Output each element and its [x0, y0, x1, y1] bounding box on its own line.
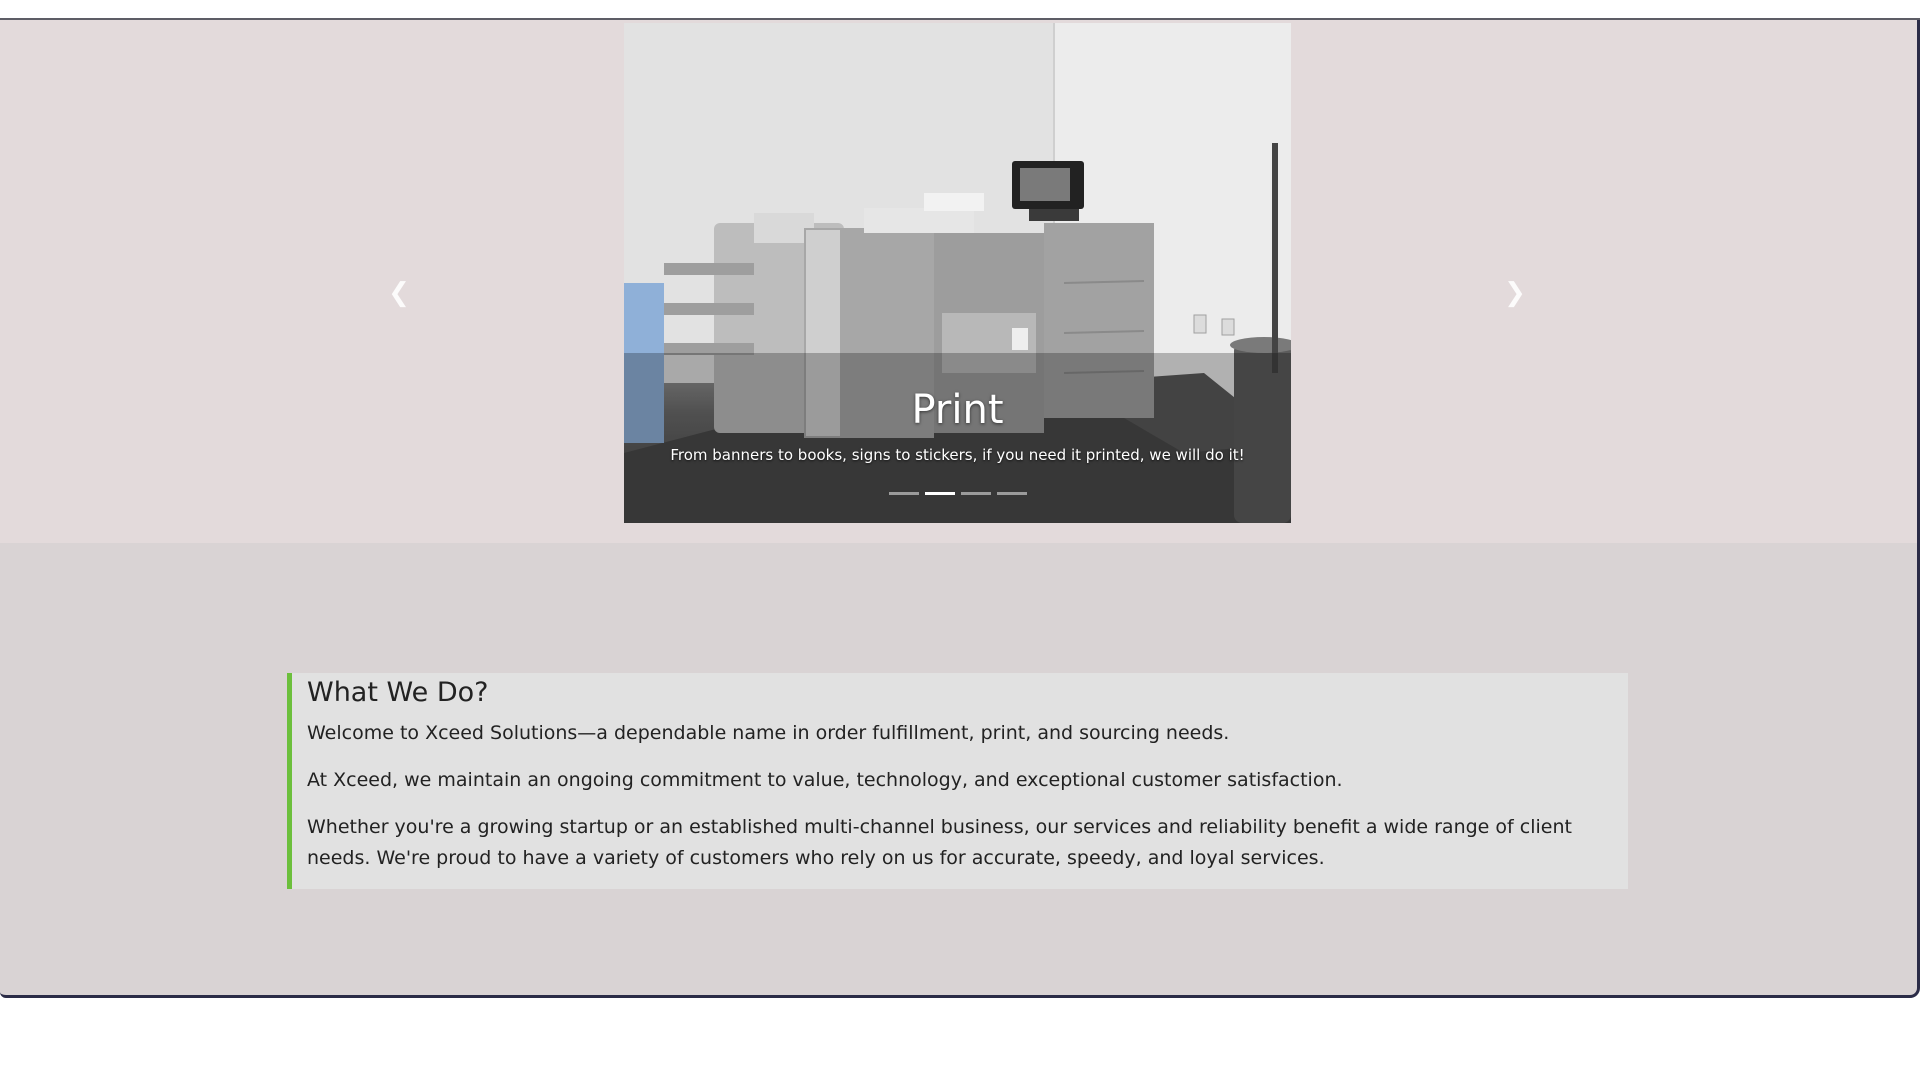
carousel-prev-button[interactable]: ❮: [384, 275, 414, 311]
carousel-next-button[interactable]: ❯: [1500, 275, 1530, 311]
page-frame: Print From banners to books, signs to st…: [0, 20, 1920, 998]
carousel-indicator-4[interactable]: [996, 492, 1027, 495]
chevron-right-icon: ❯: [1504, 278, 1526, 308]
about-paragraph-3: Whether you're a growing startup or an e…: [307, 816, 1572, 869]
carousel-indicator-1[interactable]: [888, 492, 919, 495]
chevron-left-icon: ❮: [388, 278, 410, 308]
carousel-indicator-2[interactable]: [924, 492, 955, 495]
carousel-slide: Print From banners to books, signs to st…: [624, 23, 1291, 523]
carousel-section: Print From banners to books, signs to st…: [0, 20, 1917, 543]
section-heading: What We Do?: [307, 677, 489, 708]
slide-title: Print: [911, 387, 1004, 433]
top-bar: [0, 0, 1920, 20]
carousel-indicators: [624, 492, 1291, 495]
about-paragraph-1: Welcome to Xceed Solutions—a dependable …: [307, 722, 1230, 744]
carousel-indicator-3[interactable]: [960, 492, 991, 495]
slide-caption: From banners to books, signs to stickers…: [670, 446, 1245, 464]
what-we-do-card: What We Do? Welcome to Xceed Solutions—a…: [287, 673, 1628, 889]
about-paragraph-2: At Xceed, we maintain an ongoing commitm…: [307, 769, 1343, 791]
